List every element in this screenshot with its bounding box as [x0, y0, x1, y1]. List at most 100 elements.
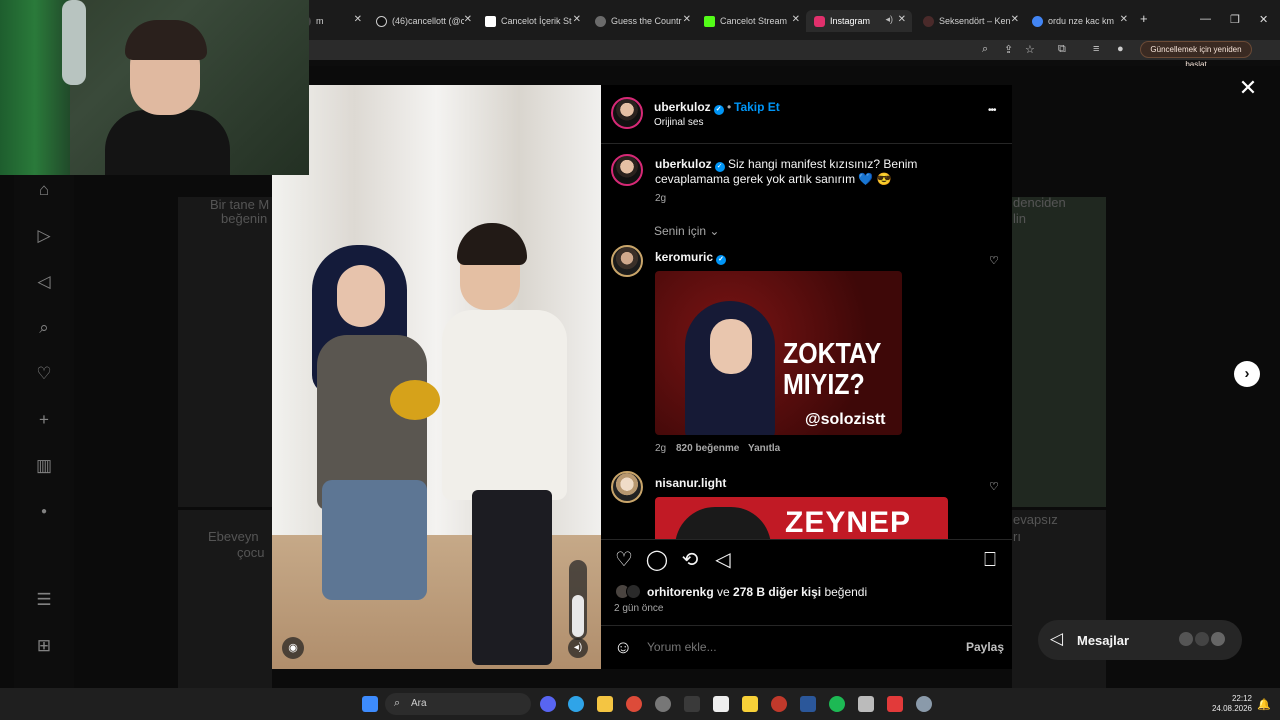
volume-icon[interactable]: ◂): [568, 638, 588, 658]
like-heart-icon[interactable]: ♡: [612, 548, 636, 572]
tab-close-icon[interactable]: ✕: [683, 14, 691, 25]
tab-close-icon[interactable]: ✕: [573, 14, 581, 25]
taskbar-search[interactable]: [385, 693, 531, 715]
tab-close-icon[interactable]: ✕: [464, 14, 472, 25]
media-icon[interactable]: ≡: [1093, 43, 1099, 55]
app-icon[interactable]: [771, 696, 787, 712]
bookmark-star-icon[interactable]: ☆: [1025, 43, 1035, 56]
windows-start-icon[interactable]: [362, 696, 378, 712]
taskbar-search-label: Ara: [411, 698, 427, 709]
liked-by-avatars[interactable]: [615, 584, 645, 600]
zoom-icon[interactable]: ⌕: [982, 43, 988, 56]
share-icon[interactable]: ⇪: [1004, 43, 1013, 56]
tab-close-icon[interactable]: ✕: [792, 14, 800, 25]
author-avatar[interactable]: [611, 97, 643, 129]
dot-separator: •: [727, 100, 732, 114]
calculator-icon[interactable]: [858, 696, 874, 712]
reel-video[interactable]: ◂) ◉: [272, 85, 601, 669]
tab-close-icon[interactable]: ✕: [1011, 14, 1019, 25]
tab-close-icon[interactable]: ✕: [898, 14, 906, 25]
tab-6[interactable]: Seksendört – Ken ✕: [923, 10, 1019, 32]
commenter-avatar[interactable]: [611, 471, 643, 503]
divider: [601, 143, 1012, 144]
comment-gif-image[interactable]: ZEYNEP: [655, 497, 948, 539]
tab-3[interactable]: Guess the Countr ✕: [595, 10, 691, 32]
caption-username[interactable]: uberkuloz: [655, 157, 712, 171]
liked-by-line[interactable]: orhitorenkg ve 278 B diğer kişi beğendi: [647, 585, 867, 599]
minimize-icon[interactable]: —: [1200, 13, 1211, 25]
settings-icon[interactable]: [916, 696, 932, 712]
follow-button[interactable]: Takip Et: [734, 100, 780, 114]
notepad-icon[interactable]: [713, 696, 729, 712]
tab-0[interactable]: m ✕: [300, 10, 362, 32]
app-icon[interactable]: [655, 696, 671, 712]
more-options-icon[interactable]: •••: [988, 105, 996, 116]
liked-by-count[interactable]: 278 B diğer kişi: [733, 585, 821, 599]
word-icon[interactable]: [800, 696, 816, 712]
audio-label[interactable]: Orijinal ses: [654, 117, 703, 128]
repost-icon[interactable]: ⟲: [678, 548, 702, 572]
comment-like-heart-icon[interactable]: ♡: [989, 480, 999, 493]
tab-2[interactable]: Cancelot İçerik St ✕: [485, 10, 581, 32]
emoji-icon[interactable]: ☺: [614, 637, 632, 658]
modal-close-icon[interactable]: ✕: [1237, 77, 1259, 99]
docs-icon: [485, 15, 496, 27]
share-paper-plane-icon[interactable]: ◁: [711, 548, 735, 572]
notification-bell-icon[interactable]: 🔔: [1257, 698, 1271, 711]
commenter-name[interactable]: keromuric: [655, 250, 713, 264]
update-restart-button[interactable]: Güncellemek için yeniden başlat: [1140, 41, 1252, 69]
profile-icon[interactable]: ●: [1117, 43, 1124, 55]
tiktok-icon: [376, 15, 387, 27]
message-avatar: [1209, 630, 1227, 648]
speaker-icon[interactable]: ◂): [885, 14, 893, 25]
spotify-icon[interactable]: [829, 696, 845, 712]
author-username[interactable]: uberkuloz ✓: [654, 100, 724, 115]
extensions-icon[interactable]: ⧉: [1058, 43, 1066, 56]
discord-icon[interactable]: [540, 696, 556, 712]
clock-date: 24.08.2026: [1211, 704, 1252, 713]
comment-likes[interactable]: 820 beğenme: [676, 443, 739, 454]
tab-instagram[interactable]: Instagram ◂) ✕: [806, 10, 912, 32]
tab-close-icon[interactable]: ✕: [1120, 14, 1128, 25]
author-name-text[interactable]: uberkuloz: [654, 100, 711, 114]
volume-slider-fill[interactable]: [572, 595, 584, 637]
comment-username[interactable]: keromuric ✓: [655, 250, 727, 265]
app-icon[interactable]: [684, 696, 700, 712]
tab-7[interactable]: ordu nze kac km ✕: [1032, 10, 1128, 32]
comment-filter-dropdown[interactable]: Senin için ⌄: [654, 224, 719, 238]
comment-bubble-icon[interactable]: ◯: [645, 548, 669, 572]
new-tab-button[interactable]: +: [1140, 11, 1148, 26]
save-bookmark-icon[interactable]: ⎕: [978, 548, 1002, 572]
comment-gif-image[interactable]: ZOKTAY MIYIZ? @solozistt: [655, 271, 902, 435]
caption-avatar[interactable]: [611, 154, 643, 186]
post-comment-button[interactable]: Paylaş: [966, 640, 1004, 654]
gif-text: ZEYNEP: [785, 506, 912, 539]
liked-by-user[interactable]: orhitorenkg: [647, 585, 714, 599]
file-explorer-icon[interactable]: [597, 696, 613, 712]
video-figure: [442, 310, 567, 500]
tab-close-icon[interactable]: ✕: [354, 14, 362, 25]
window-close-icon[interactable]: ✕: [1259, 13, 1268, 26]
post-age: 2 gün önce: [614, 603, 664, 614]
gif-text: ZOKTAY MIYIZ?: [783, 338, 881, 401]
google-icon: [1032, 15, 1043, 27]
comment-filter-label[interactable]: Senin için: [654, 224, 706, 238]
sticky-notes-icon[interactable]: [742, 696, 758, 712]
tab-4[interactable]: Cancelot Stream ✕: [704, 10, 800, 32]
comment-username[interactable]: nisanur.light: [655, 476, 726, 490]
tab-label: Seksendört – Ken: [939, 16, 1011, 26]
restore-icon[interactable]: ❐: [1230, 13, 1240, 26]
tagged-user-icon[interactable]: ◉: [282, 637, 304, 659]
commenter-avatar[interactable]: [611, 245, 643, 277]
tab-1[interactable]: (46)cancellott (@c ✕: [376, 10, 472, 32]
edge-icon[interactable]: [568, 696, 584, 712]
next-post-arrow-icon[interactable]: ›: [1234, 361, 1260, 387]
reply-button[interactable]: Yanıtla: [748, 443, 780, 454]
chrome-icon[interactable]: [626, 696, 642, 712]
caption-time: 2g: [655, 193, 667, 204]
app-icon[interactable]: [887, 696, 903, 712]
comment-input[interactable]: [647, 640, 947, 654]
comment-like-heart-icon[interactable]: ♡: [989, 254, 999, 267]
messages-label[interactable]: Mesajlar: [1077, 633, 1129, 648]
taskbar-clock[interactable]: 22:12 24.08.2026: [1208, 694, 1252, 714]
